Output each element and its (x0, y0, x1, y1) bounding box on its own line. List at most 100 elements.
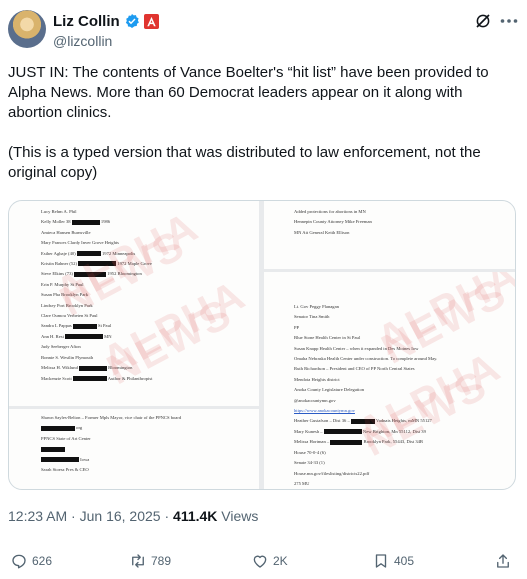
affiliation-badge-icon[interactable] (143, 13, 159, 29)
document-line-text: Anoka County Legislature Delegation (294, 387, 365, 393)
document-line: Hennepin County Attorney Mike Freeman (294, 217, 515, 227)
more-options-icon[interactable] (500, 18, 518, 24)
author-display-name[interactable]: Liz Collin (53, 13, 120, 30)
document-line-text: Author & Philanthropist (106, 375, 153, 381)
redaction-bar (71, 219, 100, 225)
document-line-text: Sandra L Pappas (41, 323, 73, 329)
document-line: Lt. Gov Peggy Flanagan (294, 302, 515, 312)
document-line: Mendota Heights district (294, 375, 515, 385)
document-line-text: Iowa (79, 456, 90, 462)
document-line: Mackenzie Scott Author & Philanthropist (41, 374, 259, 384)
document-line-text: Melissa Hortman – (294, 439, 331, 445)
document-line: Susan Pha Brooklyn Park (41, 290, 259, 300)
document-line: House 70-0-4 (6) (294, 448, 515, 458)
document-line-text: Susan Pha Brooklyn Park (41, 292, 89, 298)
share-icon (497, 554, 509, 568)
redaction-bar (330, 439, 363, 445)
document-line-text: Mackenzie Scott (41, 375, 73, 381)
document-line-text: Vadnais Heights, mMN 55127 (374, 418, 432, 424)
views-label: Views (221, 508, 259, 524)
document-page-1[interactable]: ALPHA NEWS ALPHA NEWS Lucy Rehm A. Phil K… (9, 201, 259, 406)
document-line-text: Judy Seeberger Afton (41, 344, 81, 350)
document-page-3[interactable]: Added protections for abortions in MN Hen… (264, 201, 515, 269)
document-line: Kelly Moller 38 1986 (41, 217, 259, 227)
like-count: 2K (273, 554, 288, 568)
share-button[interactable] (494, 550, 512, 572)
redaction-bar (72, 323, 97, 329)
document-line-text: Brooklyn Park, 55443, Dist 34B (362, 439, 423, 445)
avatar[interactable] (8, 10, 46, 48)
document-line: Sarah Stoesz Pres & CEO (41, 465, 259, 475)
author-handle[interactable]: @lizcollin (53, 33, 112, 49)
document-line: Amieca Hansen Burnsville (41, 228, 259, 238)
redaction-bar (41, 457, 79, 463)
document-line: Blue Stone Health Center in St Paul (294, 333, 515, 343)
bookmark-count: 405 (394, 554, 415, 568)
document-line-text: Clare Oumou Verbeten St Paul (41, 313, 98, 319)
document-line-text: Steve Elkins (73) (41, 271, 75, 277)
document-line-text: Lucy Rehm A. Phil (41, 209, 77, 214)
document-line: Ilhan Omar (294, 489, 516, 490)
document-line: https://www.anokacountymn.gov (294, 406, 515, 416)
tweet-time[interactable]: 12:23 AM (8, 508, 67, 524)
document-line: Melissa H. Wiklund Bloomington (41, 363, 259, 373)
verified-badge-icon (125, 14, 139, 28)
document-line-text: MN (103, 333, 112, 339)
document-line-text: PP (294, 324, 300, 330)
document-line: MN Att General Keith Ellison (294, 228, 515, 238)
document-line: Bonnie S. Westlin Plymouth (41, 353, 259, 363)
redaction-bar (79, 365, 108, 371)
document-line-text: Heather Gustafson – Dist 36 – (294, 418, 351, 424)
reply-button[interactable]: 626 (10, 550, 52, 572)
document-line-text: House.mn.gov/fileslisting/districts22.pd… (294, 470, 370, 476)
document-line-text: Shawn Sayles-Belton – Former Mpls Mayor,… (41, 415, 182, 420)
document-lines: Lt. Gov Peggy Flanagan Senator Tina Smith… (294, 302, 516, 490)
document-page-4[interactable]: ALPHA NEWS ALPHA NEWS Lt. Gov Peggy Flan… (264, 272, 516, 490)
document-line: org (41, 423, 259, 433)
document-line-text: Mendota Heights district (294, 376, 340, 382)
document-line: PPNCS State of Art Center (41, 434, 259, 444)
document-line: Senator Tina Smith (294, 312, 515, 322)
redaction-bar (74, 271, 107, 277)
document-line: Kristin Bahner (52) 1972 Maple Grove (41, 259, 259, 269)
document-line: Anoka County Legislature Delegation (294, 385, 515, 395)
meta-separator: · (71, 508, 76, 524)
document-line-text: Susan Knapp Health Center – when it expa… (294, 345, 419, 351)
document-line-text: Lindsey Port Brooklyn Park (41, 302, 93, 308)
document-line: Senate 34-33 (1) (294, 458, 515, 468)
document-line-text: Ruth Richardson – President and CEO of P… (294, 366, 415, 372)
redaction-bar (41, 446, 65, 452)
document-line-text: @anokacountymn.gov (294, 397, 336, 403)
document-line-text: Kelly Moller 38 (41, 219, 72, 225)
document-line: Ruth Richardson – President and CEO of P… (294, 364, 515, 374)
like-button[interactable]: 2K (251, 550, 288, 572)
document-line-text: Blue Stone Health Center in St Paul (294, 335, 361, 341)
repost-button[interactable]: 789 (129, 550, 171, 572)
redaction-bar (76, 251, 101, 257)
redaction-bar (41, 425, 75, 431)
document-line: Lucy Rehm A. Phil (41, 207, 259, 217)
redaction-bar (65, 334, 103, 340)
tweet-media-image[interactable]: ALPHA NEWS ALPHA NEWS Lucy Rehm A. Phil K… (8, 200, 516, 490)
views-count: 411.4K (173, 508, 218, 524)
document-page-2[interactable]: Shawn Sayles-Belton – Former Mpls Mayor,… (9, 409, 259, 489)
reply-count: 626 (32, 554, 53, 568)
document-line-text: Added protections for abortions in MN (294, 209, 366, 214)
document-line: Judy Seeberger Afton (41, 342, 259, 352)
tweet-date[interactable]: Jun 16, 2025 (80, 508, 161, 524)
document-line: Lindsey Port Brooklyn Park (41, 301, 259, 311)
document-line: Erin P. Murphy St Paul (41, 280, 259, 290)
document-line-text: Bloomington (107, 365, 133, 371)
document-line-text: New Brighton, Mn 55112, Dist 39 (361, 428, 426, 434)
document-line-text: House 70-0-4 (6) (294, 449, 326, 455)
grok-icon[interactable] (474, 12, 492, 30)
document-lines: Added protections for abortions in MN Hen… (294, 207, 515, 238)
document-line-text: Bonnie S. Westlin Plymouth (41, 354, 94, 360)
tweet-meta: 12:23 AM · Jun 16, 2025 · 411.4K Views (8, 508, 258, 524)
bookmark-icon (375, 554, 387, 568)
author-name-row: Liz Collin (53, 11, 159, 31)
document-line: Omaha Nebraska Health Center under const… (294, 354, 515, 364)
document-line: Heather Gustafson – Dist 36 – Vadnais He… (294, 416, 515, 426)
reply-icon (12, 554, 26, 569)
bookmark-button[interactable]: 405 (372, 550, 414, 572)
